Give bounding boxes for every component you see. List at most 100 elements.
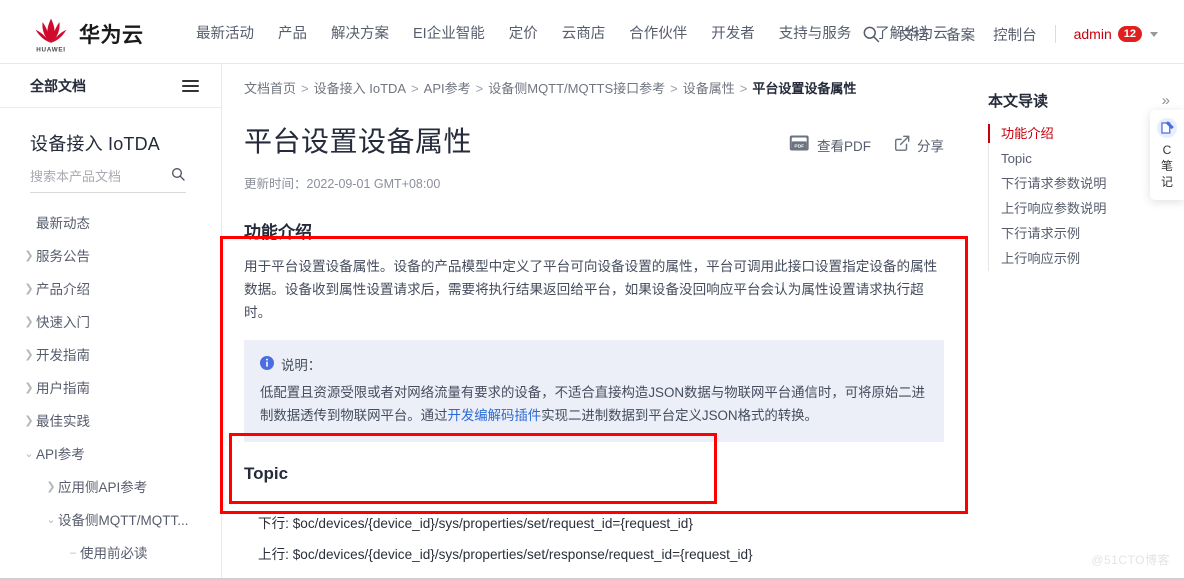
sidebar-item-label: 使用前必读 <box>80 546 148 561</box>
breadcrumb-item-1[interactable]: 设备接入 IoTDA <box>314 81 406 96</box>
chevron-down-icon[interactable]: ⌄ <box>22 446 36 463</box>
header-right-group: 文档 备案 控制台 admin 12 <box>861 4 1158 64</box>
nav-item-0[interactable]: 最新活动 <box>196 4 254 64</box>
sidebar-product: 设备接入 IoTDA <box>0 108 221 156</box>
topic-lines: 下行: $oc/devices/{device_id}/sys/properti… <box>244 496 944 580</box>
chevron-right-icon[interactable]: ❯ <box>22 248 36 265</box>
sidebar-item-label: 开发指南 <box>36 348 90 363</box>
sidebar-item-user-guide[interactable]: ❯ 用户指南 <box>0 372 221 405</box>
sidebar-item-label: API参考 <box>36 447 85 462</box>
toc-item-topic[interactable]: Topic <box>989 146 1168 171</box>
sidebar-item-best-practice[interactable]: ❯ 最佳实践 <box>0 405 221 438</box>
codec-plugin-link[interactable]: 开发编解码插件 <box>447 408 541 423</box>
sidebar-item-label: 服务公告 <box>36 249 90 264</box>
chevron-right-icon[interactable]: ❯ <box>22 314 36 331</box>
toc-item-downstream-params[interactable]: 下行请求参数说明 <box>989 171 1168 196</box>
breadcrumb-separator: > <box>475 81 484 96</box>
sidebar-item-label: 设备侧MQTT/MQTT... <box>58 513 189 528</box>
nav-item-2[interactable]: 解决方案 <box>331 4 389 64</box>
sidebar-search[interactable] <box>30 166 186 193</box>
toc-item-downstream-example[interactable]: 下行请求示例 <box>989 221 1168 246</box>
chevron-double-right-icon[interactable]: » <box>1162 92 1170 109</box>
notes-float-widget[interactable]: C 笔 记 <box>1150 110 1184 200</box>
note-text-after: 实现二进制数据到平台定义JSON格式的转换。 <box>541 408 818 423</box>
sidebar-item-label: 应用侧API参考 <box>58 480 148 495</box>
chevron-right-icon[interactable]: ❯ <box>22 413 36 430</box>
chevron-right-icon[interactable]: ❯ <box>22 347 36 364</box>
note-title-row: 说明： <box>260 354 928 374</box>
all-docs-label[interactable]: 全部文档 <box>30 76 86 96</box>
header-link-console[interactable]: 控制台 <box>993 24 1037 45</box>
nav-item-6[interactable]: 合作伙伴 <box>629 4 687 64</box>
header-link-beian[interactable]: 备案 <box>946 24 975 45</box>
nav-item-8[interactable]: 支持与服务 <box>779 4 852 64</box>
nav-item-5[interactable]: 云商店 <box>562 4 606 64</box>
sidebar-item-product-intro[interactable]: ❯ 产品介绍 <box>0 273 221 306</box>
breadcrumb-item-2[interactable]: API参考 <box>424 81 471 96</box>
chevron-right-icon[interactable]: ❯ <box>44 479 58 496</box>
sidebar-item-quick-start[interactable]: ❯ 快速入门 <box>0 306 221 339</box>
chevron-down-icon[interactable]: ⌄ <box>44 512 58 529</box>
note-pencil-icon <box>1150 117 1184 139</box>
sidebar-item-label: 最佳实践 <box>36 414 90 429</box>
hamburger-icon[interactable] <box>182 77 199 95</box>
nav-item-3[interactable]: EI企业智能 <box>413 4 485 64</box>
widget-label-line3: 记 <box>1160 175 1173 189</box>
nav-item-4[interactable]: 定价 <box>509 4 538 64</box>
doc-header: 平台设置设备属性 更新时间：2022-09-01 GMT+08:00 PDF 查… <box>232 98 974 192</box>
breadcrumb-separator: > <box>739 81 748 96</box>
sidebar-header: 全部文档 <box>0 64 221 108</box>
header-link-docs[interactable]: 文档 <box>899 24 928 45</box>
view-pdf-button[interactable]: PDF 查看PDF <box>789 134 871 155</box>
huawei-flower-logo-icon: HUAWEI <box>30 13 72 55</box>
chevron-down-icon <box>1150 31 1158 37</box>
breadcrumb-separator: > <box>411 81 419 96</box>
sidebar-item-app-side-api[interactable]: ❯ 应用侧API参考 <box>0 471 221 504</box>
sidebar-item-service-notice[interactable]: ❯ 服务公告 <box>0 240 221 273</box>
site-header: HUAWEI 华为云 最新活动 产品 解决方案 EI企业智能 定价 云商店 合作… <box>0 4 1184 64</box>
breadcrumb-item-3[interactable]: 设备侧MQTT/MQTTS接口参考 <box>488 81 665 96</box>
chevron-right-icon[interactable]: ❯ <box>22 281 36 298</box>
breadcrumb-item-current: 平台设置设备属性 <box>752 81 857 96</box>
topic-section: Topic 下行: $oc/devices/{device_id}/sys/pr… <box>244 464 944 580</box>
chevron-right-icon[interactable]: ❯ <box>22 380 36 397</box>
breadcrumb-item-0[interactable]: 文档首页 <box>244 81 296 96</box>
note-body-intro: 低配置且资源受限或者对网络流量有要求的设备，不适合直接构造JSON数据与物联网平… <box>260 381 928 427</box>
search-icon[interactable] <box>861 24 881 44</box>
section-heading-topic: Topic <box>244 464 289 483</box>
sidebar-item-latest-news[interactable]: 最新动态 <box>0 207 221 240</box>
search-icon[interactable] <box>170 166 186 187</box>
svg-text:PDF: PDF <box>794 143 804 149</box>
toc-item-upstream-example[interactable]: 上行响应示例 <box>989 246 1168 271</box>
share-button[interactable]: 分享 <box>893 134 944 155</box>
account-menu[interactable]: admin 12 <box>1074 26 1158 42</box>
nav-item-1[interactable]: 产品 <box>278 4 307 64</box>
logo-text: 华为云 <box>79 23 144 47</box>
huawei-cloud-logo[interactable]: HUAWEI 华为云 <box>30 13 180 55</box>
svg-text:HUAWEI: HUAWEI <box>36 46 65 53</box>
widget-label-line2: 笔 <box>1160 159 1173 173</box>
main-nav: 最新活动 产品 解决方案 EI企业智能 定价 云商店 合作伙伴 开发者 支持与服… <box>196 4 948 64</box>
sidebar-item-api-reference[interactable]: ⌄ API参考 <box>0 438 221 471</box>
sidebar-item-label: 用户指南 <box>36 381 90 396</box>
sidebar-item-must-read[interactable]: – 使用前必读 <box>0 537 221 570</box>
nav-item-7[interactable]: 开发者 <box>711 4 755 64</box>
share-icon <box>893 134 911 155</box>
view-pdf-label: 查看PDF <box>817 138 871 154</box>
breadcrumb-separator: > <box>670 81 678 96</box>
info-icon <box>260 355 274 373</box>
search-input[interactable] <box>30 169 150 184</box>
sidebar-item-device-side-mqtt[interactable]: ⌄ 设备侧MQTT/MQTT... <box>0 504 221 537</box>
breadcrumb-item-4[interactable]: 设备属性 <box>683 81 735 96</box>
toc-list: 功能介绍 Topic 下行请求参数说明 上行响应参数说明 下行请求示例 上行响应… <box>988 121 1168 271</box>
toc-item-intro[interactable]: 功能介绍 <box>988 121 1168 146</box>
share-label: 分享 <box>917 138 944 154</box>
toc-header: 本文导读 » <box>988 90 1170 111</box>
dash-icon: – <box>69 547 77 559</box>
notification-badge: 12 <box>1117 26 1142 42</box>
sidebar-item-dev-guide[interactable]: ❯ 开发指南 <box>0 339 221 372</box>
product-title: 设备接入 IoTDA <box>30 134 161 154</box>
section-heading-intro: 功能介绍 <box>244 223 312 242</box>
sidebar-item-label: 快速入门 <box>36 315 90 330</box>
toc-item-upstream-params[interactable]: 上行响应参数说明 <box>989 196 1168 221</box>
